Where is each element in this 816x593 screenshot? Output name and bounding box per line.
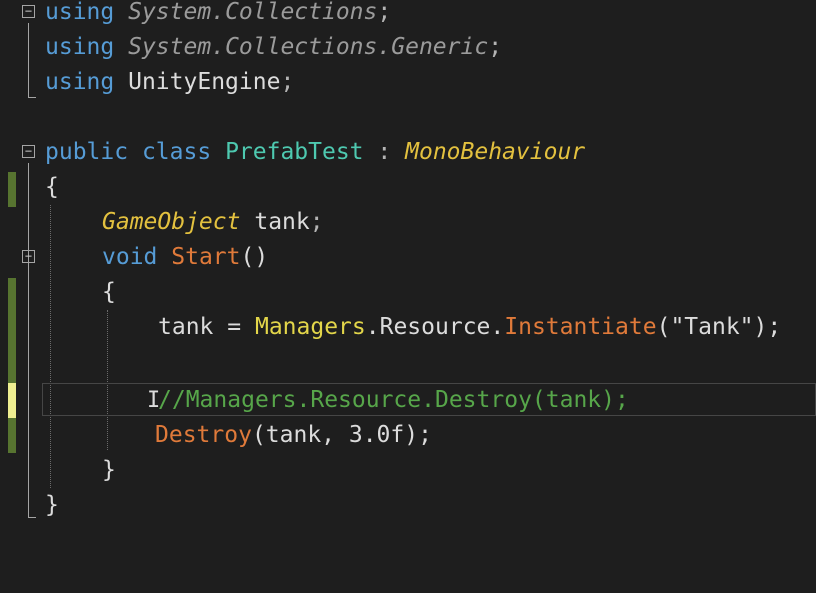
dot: . — [365, 314, 380, 340]
comment-text: (tank); — [531, 387, 629, 413]
string-literal: "Tank" — [670, 314, 754, 340]
code-line-brace-close[interactable]: } — [0, 488, 816, 523]
code-line-comment[interactable]: //Managers.Resource.Destroy(tank); — [0, 383, 816, 418]
comment-slashes: // — [158, 387, 186, 413]
comment-text: Resource — [310, 387, 422, 413]
method-call: Destroy — [155, 422, 252, 448]
assign-operator: = — [227, 314, 242, 340]
keyword-public: public — [45, 139, 129, 165]
colon: : — [377, 139, 392, 165]
comment-text: Destroy — [434, 387, 532, 413]
fold-toggle-icon[interactable]: − — [22, 5, 35, 18]
namespace-part: Collections — [225, 0, 378, 25]
paren-open: ( — [656, 314, 671, 340]
namespace-part: System — [128, 34, 212, 60]
member-reference: Resource — [379, 314, 491, 340]
field-type: GameObject — [102, 209, 241, 235]
class-name: PrefabTest — [225, 139, 364, 165]
dot: . — [490, 314, 505, 340]
code-line-3[interactable]: using UnityEngine; — [0, 65, 816, 100]
code-line-inner-brace-open[interactable]: { — [0, 275, 816, 310]
namespace-part: System — [128, 0, 212, 25]
brace-open: { — [102, 279, 116, 305]
keyword-using: using — [45, 34, 115, 60]
code-line-inner-brace-close[interactable]: } — [0, 453, 816, 488]
method-args: (tank, 3.0f); — [251, 422, 432, 448]
namespace-name: UnityEngine — [128, 69, 281, 95]
keyword-void: void — [102, 244, 158, 270]
comment-text: Managers — [185, 387, 297, 413]
keyword-using: using — [45, 69, 115, 95]
keyword-using: using — [45, 0, 115, 25]
keyword-class: class — [141, 139, 212, 165]
method-call: Instantiate — [504, 314, 657, 340]
brace-close: } — [102, 457, 116, 483]
code-editor[interactable]: − using System.Collections; using System… — [0, 0, 816, 582]
fold-toggle-icon[interactable]: − — [22, 145, 35, 158]
base-class-name: MonoBehaviour — [405, 139, 586, 165]
comment-text: . — [296, 387, 311, 413]
namespace-dot: . — [211, 0, 226, 25]
code-line-field[interactable]: GameObject tank; — [0, 205, 816, 240]
code-line-1[interactable]: − using System.Collections; — [0, 0, 816, 30]
comment-text: . — [421, 387, 435, 413]
text-cursor-ibeam-icon: I — [147, 388, 161, 413]
method-parens: () — [240, 244, 269, 270]
namespace-dot: . — [377, 34, 392, 60]
variable: tank — [158, 314, 214, 340]
namespace-part: Generic — [391, 34, 489, 60]
semicolon: ; — [377, 0, 392, 25]
class-reference: Managers — [254, 314, 366, 340]
brace-open: { — [45, 174, 59, 200]
paren-close: ); — [753, 314, 782, 340]
semicolon: ; — [488, 34, 503, 60]
fold-toggle-icon[interactable]: − — [22, 250, 35, 263]
semicolon: ; — [280, 69, 295, 95]
namespace-part: Collections — [225, 34, 378, 60]
code-line-2[interactable]: using System.Collections.Generic; — [0, 30, 816, 65]
code-line-class-decl[interactable]: − public class PrefabTest : MonoBehaviou… — [0, 135, 816, 170]
namespace-dot: . — [211, 34, 226, 60]
code-line-instantiate[interactable]: tank = Managers.Resource.Instantiate("Ta… — [0, 310, 816, 345]
code-line-brace-open[interactable]: { — [0, 170, 816, 205]
code-line-method-decl[interactable]: − void Start() — [0, 240, 816, 275]
field-name: tank — [254, 209, 310, 235]
method-name: Start — [171, 244, 241, 270]
code-line-destroy[interactable]: Destroy(tank, 3.0f); — [0, 418, 816, 453]
semicolon: ; — [309, 209, 324, 235]
brace-close: } — [45, 492, 59, 518]
